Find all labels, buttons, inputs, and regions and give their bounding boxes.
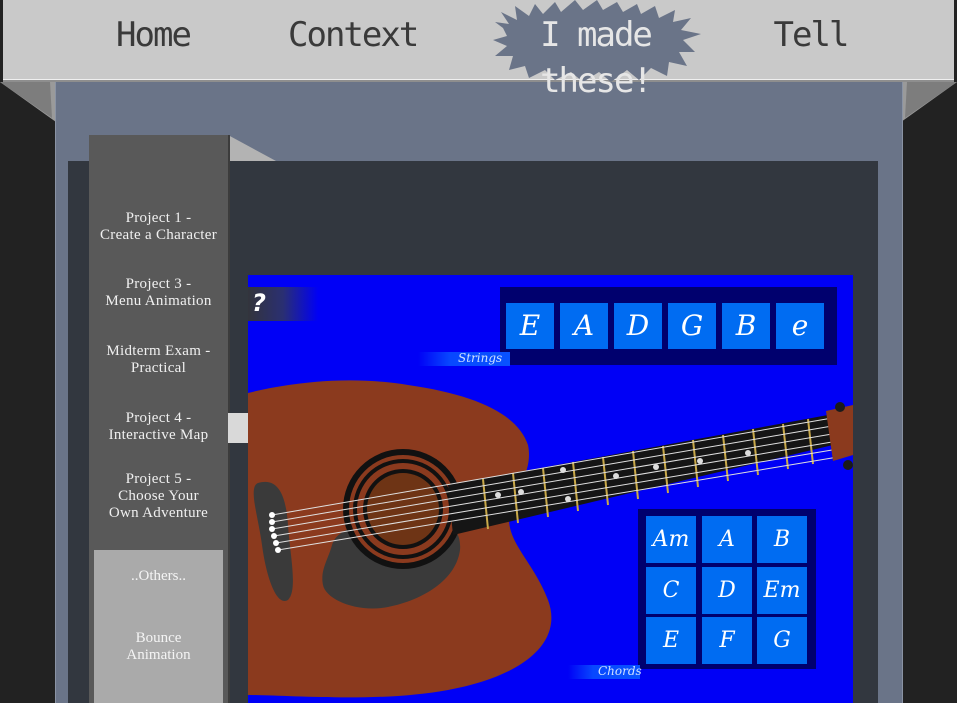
sidebar-item-subtitle-2: Own Adventure	[108, 505, 209, 521]
sidebar-corner	[228, 135, 276, 161]
sidebar-item-title: Project 5 -	[125, 471, 192, 487]
strings-label: Strings	[458, 351, 503, 365]
strings-panel: E A D G B e	[500, 287, 837, 365]
sidebar-item-subtitle: Practical	[130, 360, 187, 376]
chord-key-c[interactable]: C	[646, 567, 696, 614]
chord-key-em[interactable]: Em	[757, 567, 807, 614]
sidebar-item-title: Bounce	[135, 630, 182, 646]
sidebar-item-subtitle: Choose Your	[118, 488, 199, 504]
sidebar-item-subtitle: Create a Character	[100, 227, 217, 243]
guitar-app: ? E A D G B e Strings Am A B C D Em E F …	[248, 275, 853, 703]
sidebar-item-midterm[interactable]: Midterm Exam - Practical	[89, 343, 228, 377]
sidebar-active-pointer	[228, 413, 248, 443]
top-nav: Home Context I made these! Tell	[3, 0, 954, 101]
chord-key-a[interactable]: A	[702, 516, 752, 563]
help-button[interactable]: ?	[248, 287, 318, 321]
sidebar-item-bounce-animation[interactable]: Bounce Animation	[94, 630, 223, 664]
sidebar-item-project-5[interactable]: Project 5 - Choose Your Own Adventure	[89, 471, 228, 522]
string-key-e-low[interactable]: E	[506, 303, 554, 349]
sidebar-item-project-4[interactable]: Project 4 - Interactive Map	[89, 410, 228, 444]
project-sidebar: Project 1 - Create a Character Project 3…	[89, 135, 228, 703]
string-key-e-high[interactable]: e	[776, 303, 824, 349]
sidebar-item-subtitle: Animation	[126, 647, 191, 663]
chord-key-b[interactable]: B	[757, 516, 807, 563]
right-frame-wedge	[901, 82, 957, 122]
chords-label: Chords	[598, 664, 642, 678]
sidebar-item-project-1[interactable]: Project 1 - Create a Character	[89, 210, 228, 244]
chord-key-am[interactable]: Am	[646, 516, 696, 563]
string-key-d[interactable]: D	[614, 303, 662, 349]
left-frame-wedge	[0, 82, 56, 122]
help-icon: ?	[252, 289, 266, 317]
sidebar-others-section: ..Others.. Bounce Animation	[94, 550, 223, 703]
nav-context[interactable]: Context	[288, 12, 419, 58]
sidebar-others-toggle[interactable]: ..Others..	[94, 568, 223, 585]
nav-home[interactable]: Home	[103, 12, 203, 58]
sidebar-item-subtitle: Menu Animation	[105, 293, 212, 309]
sidebar-item-title: Project 3 -	[125, 276, 192, 292]
string-key-b[interactable]: B	[722, 303, 770, 349]
sidebar-item-title: Project 4 -	[125, 410, 192, 426]
sidebar-item-subtitle: Interactive Map	[108, 427, 209, 443]
chord-key-f[interactable]: F	[702, 617, 752, 664]
nav-tell[interactable]: Tell	[773, 12, 850, 58]
chord-key-e[interactable]: E	[646, 617, 696, 664]
sidebar-item-title: Project 1 -	[125, 210, 192, 226]
string-key-a[interactable]: A	[560, 303, 608, 349]
sidebar-item-project-3[interactable]: Project 3 - Menu Animation	[89, 276, 228, 310]
chords-panel: Am A B C D Em E F G	[638, 509, 816, 669]
nav-i-made-these[interactable]: I made these!	[503, 12, 688, 101]
sidebar-item-title: Midterm Exam -	[106, 343, 211, 359]
string-key-g[interactable]: G	[668, 303, 716, 349]
chord-key-d[interactable]: D	[702, 567, 752, 614]
chord-key-g[interactable]: G	[757, 617, 807, 664]
